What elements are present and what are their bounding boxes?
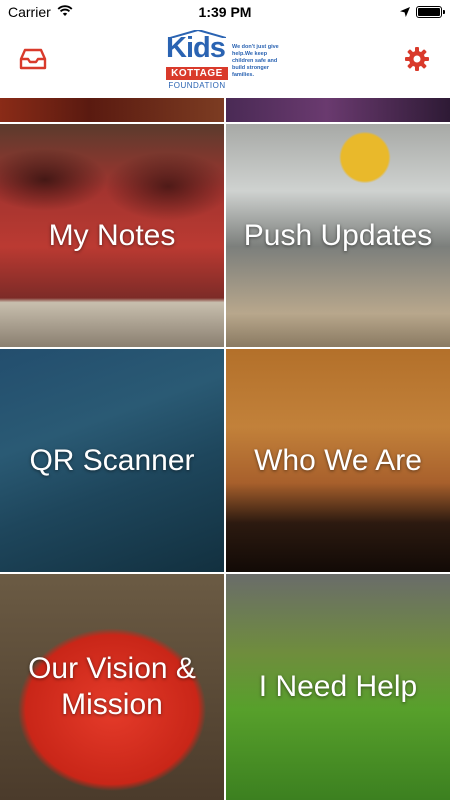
tile-label: Push Updates xyxy=(243,218,433,252)
tile-label: Who We Are xyxy=(254,443,422,477)
tile-who-we-are[interactable]: Who We Are xyxy=(226,349,450,572)
app-header: Kids KOTTAGE FOUNDATION We don't just gi… xyxy=(0,24,450,98)
tile-label: Our Vision & Mission xyxy=(28,652,196,721)
status-right xyxy=(400,4,445,20)
battery-fill xyxy=(418,8,440,16)
inbox-button[interactable] xyxy=(18,46,48,76)
status-bar: Carrier 1:39 PM xyxy=(0,0,450,24)
logo-tagline: We don't just give help.We keep children… xyxy=(232,43,279,78)
logo-kids-text: Kids xyxy=(166,32,226,64)
tile-partial-top-right[interactable] xyxy=(226,98,450,123)
tile-qr-scanner[interactable]: QR Scanner xyxy=(0,349,224,572)
tile-partial-top-left[interactable] xyxy=(0,98,224,123)
grid-divider-horizontal xyxy=(0,122,450,124)
tile-my-notes[interactable]: My Notes xyxy=(0,124,224,347)
tile-label: QR Scanner xyxy=(29,443,195,477)
tile-i-need-help[interactable]: I Need Help xyxy=(226,574,450,800)
grid-divider-horizontal xyxy=(0,347,450,349)
tile-our-vision-mission[interactable]: Our Vision & Mission xyxy=(0,574,224,800)
location-arrow-icon xyxy=(400,4,410,20)
logo-foundation-text: FOUNDATION xyxy=(168,81,226,90)
logo-kottage-text: KOTTAGE xyxy=(166,67,228,80)
grid-divider-horizontal xyxy=(0,572,450,574)
logo-mark: Kids KOTTAGE FOUNDATION xyxy=(166,28,228,94)
wifi-icon xyxy=(57,4,73,20)
tile-label: My Notes xyxy=(48,218,176,252)
tile-label: I Need Help xyxy=(258,670,418,703)
status-left: Carrier xyxy=(8,4,73,20)
app-logo: Kids KOTTAGE FOUNDATION We don't just gi… xyxy=(166,28,284,94)
menu-grid: My Notes Push Updates QR Scanner Who We … xyxy=(0,98,450,800)
tile-push-updates[interactable]: Push Updates xyxy=(226,124,450,347)
grid-divider-vertical xyxy=(224,98,226,800)
gear-icon xyxy=(404,46,430,77)
inbox-icon xyxy=(19,47,47,76)
settings-button[interactable] xyxy=(402,46,432,76)
carrier-name: Carrier xyxy=(8,4,51,20)
battery-icon xyxy=(416,6,445,18)
